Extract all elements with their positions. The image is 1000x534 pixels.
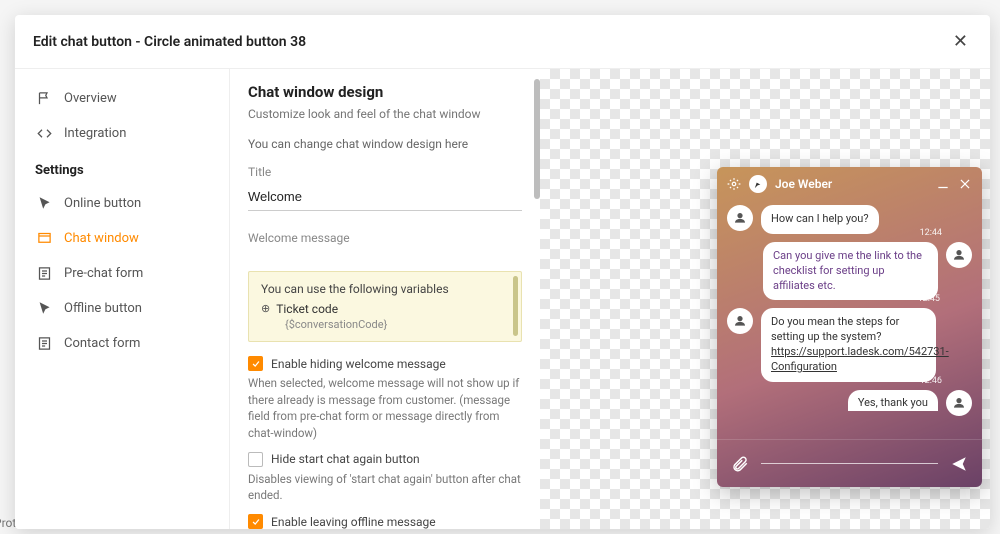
title-input[interactable] [248, 185, 522, 211]
preview-canvas: Joe Weber 12:44 How can I help you? [540, 69, 990, 529]
timestamp: 12:46 [920, 376, 942, 386]
timestamp: 12:44 [920, 228, 942, 238]
message-bubble: How can I help you? [761, 205, 879, 234]
chat-text-input[interactable] [761, 463, 938, 464]
sidebar-item-label: Overview [64, 91, 117, 106]
avatar-icon [727, 308, 753, 334]
close-icon[interactable]: ✕ [949, 27, 972, 56]
sidebar-item-online-button[interactable]: Online button [15, 186, 229, 221]
message-row: 12:44 Can you give me the link to the ch… [727, 242, 972, 301]
agent-name: Joe Weber [775, 177, 832, 191]
form-panel: Chat window design Customize look and fe… [230, 69, 540, 529]
modal-title: Edit chat button - Circle animated butto… [33, 34, 306, 50]
chat-header: Joe Weber [717, 167, 982, 201]
agent-avatar-icon [749, 175, 767, 193]
sidebar-item-label: Offline button [64, 301, 142, 316]
sidebar-item-label: Integration [64, 126, 126, 141]
sidebar-item-integration[interactable]: Integration [15, 116, 229, 151]
chat-body: 12:44 How can I help you? 12:44 Can you … [717, 201, 982, 439]
form-icon [37, 266, 52, 281]
form-subtitle: Customize look and feel of the chat wind… [248, 107, 522, 121]
message-bubble: Can you give me the link to the checklis… [763, 242, 938, 301]
checkbox-label: Hide start chat again button [271, 452, 420, 466]
variables-hint: You can use the following variables ⊕ Ti… [248, 271, 522, 342]
window-icon [37, 231, 52, 246]
message-row: 12:46 Yes, thank you [727, 390, 972, 416]
pointer-icon [37, 196, 52, 211]
form-heading: Chat window design [248, 83, 522, 101]
checkbox-icon [248, 356, 263, 371]
welcome-label: Welcome message [248, 231, 522, 245]
chat-input-bar [717, 439, 982, 487]
avatar-icon [727, 205, 753, 231]
sidebar-item-offline-button[interactable]: Offline button [15, 291, 229, 326]
variable-code: {$conversationCode} [285, 318, 509, 331]
code-icon [37, 126, 52, 141]
variable-name: Ticket code [276, 302, 338, 316]
title-label: Title [248, 165, 522, 179]
sidebar-item-label: Pre-chat form [64, 266, 143, 281]
pointer-icon [37, 301, 52, 316]
minimize-icon[interactable] [936, 177, 950, 191]
flag-icon [37, 91, 52, 106]
sidebar-item-contact-form[interactable]: Contact form [15, 326, 229, 361]
enable-hiding-checkbox[interactable]: Enable hiding welcome message [248, 356, 522, 371]
chat-widget-preview: Joe Weber 12:44 How can I help you? [717, 167, 982, 487]
timestamp: 12:45 [918, 294, 940, 304]
message-row: 12:45 Do you mean the steps for setting … [727, 308, 972, 381]
variable-icon: ⊕ [261, 302, 270, 315]
hide-start-desc: Disables viewing of 'start chat again' b… [248, 471, 522, 504]
avatar-icon [946, 242, 972, 268]
enable-hiding-desc: When selected, welcome message will not … [248, 375, 522, 442]
settings-heading: Settings [15, 151, 229, 186]
form-icon [37, 336, 52, 351]
sidebar-item-pre-chat-form[interactable]: Pre-chat form [15, 256, 229, 291]
checkbox-label: Enable leaving offline message [271, 515, 436, 529]
gear-icon[interactable] [727, 177, 741, 191]
sidebar: Overview Integration Settings Online but… [15, 69, 230, 529]
sidebar-item-label: Online button [64, 196, 141, 211]
message-bubble: Yes, thank you [848, 390, 938, 411]
attachment-icon[interactable] [731, 455, 749, 473]
form-helper: You can change chat window design here [248, 137, 522, 151]
sidebar-item-chat-window[interactable]: Chat window [15, 221, 229, 256]
message-link[interactable]: https://support.ladesk.com/542731-Config… [771, 345, 949, 373]
hide-start-checkbox[interactable]: Hide start chat again button [248, 452, 522, 467]
modal-header: Edit chat button - Circle animated butto… [15, 15, 990, 69]
sidebar-item-label: Contact form [64, 336, 140, 351]
checkbox-icon [248, 514, 263, 529]
send-icon[interactable] [950, 455, 968, 473]
checkbox-label: Enable hiding welcome message [271, 357, 446, 371]
checkbox-icon [248, 452, 263, 467]
hint-intro: You can use the following variables [261, 282, 509, 296]
edit-chat-button-modal: Edit chat button - Circle animated butto… [15, 15, 990, 529]
message-text: Do you mean the steps for setting up the… [771, 315, 899, 343]
sidebar-item-label: Chat window [64, 231, 139, 246]
sidebar-item-overview[interactable]: Overview [15, 81, 229, 116]
enable-offline-checkbox[interactable]: Enable leaving offline message [248, 514, 522, 529]
close-chat-icon[interactable] [958, 177, 972, 191]
message-bubble: Do you mean the steps for setting up the… [761, 308, 936, 381]
avatar-icon [946, 390, 972, 416]
